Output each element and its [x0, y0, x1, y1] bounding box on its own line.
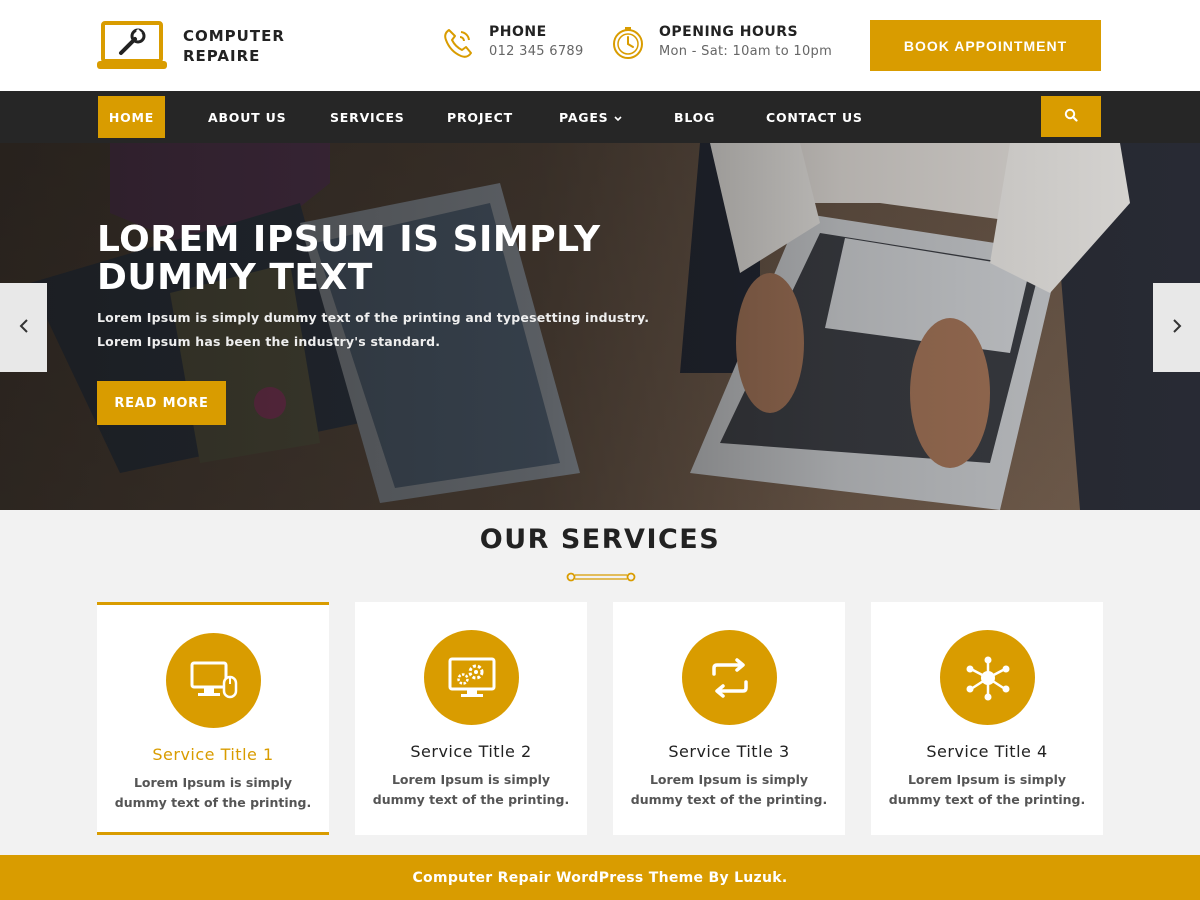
phone-icon	[441, 26, 475, 60]
chevron-left-icon	[18, 315, 30, 340]
service-card-3[interactable]: Service Title 3 Lorem Ipsum is simply du…	[613, 602, 845, 835]
desktop-mouse-icon	[166, 633, 261, 728]
nav-item-pages[interactable]: PAGES	[559, 96, 622, 138]
search-button[interactable]	[1041, 96, 1101, 137]
slider-prev-button[interactable]	[0, 283, 47, 372]
hours-info: OPENING HOURS Mon - Sat: 10am to 10pm	[611, 24, 832, 60]
site-footer: Computer Repair WordPress Theme By Luzuk…	[0, 855, 1200, 900]
slider-next-button[interactable]	[1153, 283, 1200, 372]
chevron-down-icon	[613, 110, 622, 125]
search-icon	[1064, 107, 1078, 126]
service-card-2[interactable]: Service Title 2 Lorem Ipsum is simply du…	[355, 602, 587, 835]
service-description: Lorem Ipsum is simply dummy text of the …	[630, 772, 828, 807]
site-logo[interactable]: COMPUTER REPAIRE	[97, 20, 297, 72]
nav-item-project[interactable]: PROJECT	[447, 96, 513, 138]
network-icon	[940, 630, 1035, 725]
hours-title: OPENING HOURS	[659, 24, 799, 40]
nav-item-services[interactable]: SERVICES	[330, 96, 405, 138]
hero-text-line-2: Lorem Ipsum has been the industry's stan…	[97, 334, 441, 349]
chevron-right-icon	[1171, 315, 1183, 340]
services-heading: OUR SERVICES	[479, 524, 721, 555]
book-appointment-button[interactable]: BOOK APPOINTMENT	[870, 20, 1101, 71]
service-title: Service Title 4	[926, 742, 1048, 761]
nav-item-contact-us[interactable]: CONTACT US	[766, 96, 863, 138]
service-title: Service Title 2	[410, 742, 532, 761]
phone-number[interactable]: 012 345 6789	[489, 44, 584, 59]
service-card-4[interactable]: Service Title 4 Lorem Ipsum is simply du…	[871, 602, 1103, 835]
service-card-1[interactable]: Service Title 1 Lorem Ipsum is simply du…	[97, 602, 329, 835]
laptop-wrench-icon	[97, 21, 167, 71]
phone-title: PHONE	[489, 24, 547, 40]
nav-item-home[interactable]: HOME	[98, 96, 165, 138]
service-description: Lorem Ipsum is simply dummy text of the …	[372, 772, 570, 807]
hero-text: Lorem Ipsum is simply dummy text of the …	[97, 306, 657, 354]
nav-item-about-us[interactable]: ABOUT US	[208, 96, 286, 138]
hero-title: LOREM IPSUM IS SIMPLY DUMMY TEXT	[97, 219, 601, 298]
logo-text: COMPUTER REPAIRE	[183, 27, 285, 65]
monitor-gear-icon	[424, 630, 519, 725]
service-description: Lorem Ipsum is simply dummy text of the …	[888, 772, 1086, 807]
nav-item-blog[interactable]: BLOG	[674, 96, 715, 138]
service-title: Service Title 1	[152, 745, 274, 764]
hero-text-line-1: Lorem Ipsum is simply dummy text of the …	[97, 310, 650, 325]
top-header: COMPUTER REPAIRE PHONE 012 345 6789 OPEN…	[0, 0, 1200, 91]
nav-item-pages-label: PAGES	[559, 109, 609, 125]
main-nav: HOME ABOUT US SERVICES PROJECT PAGES BLO…	[0, 91, 1200, 143]
footer-credit[interactable]: Computer Repair WordPress Theme By Luzuk…	[412, 870, 787, 886]
service-title: Service Title 3	[668, 742, 790, 761]
heading-divider-icon	[566, 569, 636, 583]
service-description: Lorem Ipsum is simply dummy text of the …	[114, 775, 312, 810]
hours-value: Mon - Sat: 10am to 10pm	[659, 44, 833, 59]
read-more-button[interactable]: READ MORE	[97, 381, 226, 425]
phone-info: PHONE 012 345 6789	[441, 24, 584, 60]
clock-icon	[611, 26, 645, 60]
exchange-icon	[682, 630, 777, 725]
hero-slider: LOREM IPSUM IS SIMPLY DUMMY TEXT Lorem I…	[0, 143, 1200, 510]
